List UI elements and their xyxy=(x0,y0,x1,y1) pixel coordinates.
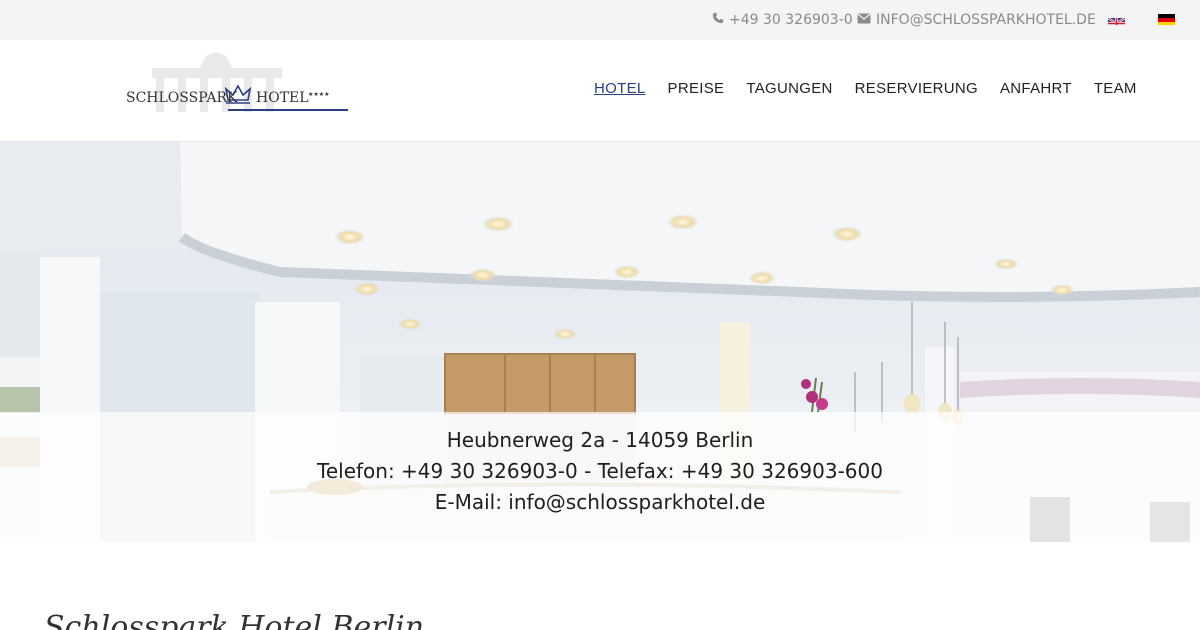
hero-address: Heubnerweg 2a - 14059 Berlin xyxy=(446,428,754,452)
hero-banner: Heubnerweg 2a - 14059 Berlin Telefon: +4… xyxy=(0,142,1200,542)
email-address: INFO@SCHLOSSPARKHOTEL.DE xyxy=(876,12,1096,28)
hero-email[interactable]: E-Mail: info@schlossparkhotel.de xyxy=(0,490,1200,514)
logo-stars: ★★★★ xyxy=(308,91,330,98)
logo-text-right: HOTEL xyxy=(256,90,309,106)
contact-overlay: Heubnerweg 2a - 14059 Berlin Telefon: +4… xyxy=(0,412,1200,542)
phone-link[interactable]: +49 30 326903-0 xyxy=(712,0,853,40)
english-flag-icon[interactable] xyxy=(1108,14,1125,25)
phone-number: +49 30 326903-0 xyxy=(729,12,853,28)
hero-phone-fax: Telefon: +49 30 326903-0 - Telefax: +49 … xyxy=(317,459,883,483)
nav-preise[interactable]: PREISE xyxy=(668,80,725,97)
nav-hotel[interactable]: HOTEL xyxy=(594,80,646,97)
nav-anfahrt[interactable]: ANFAHRT xyxy=(1000,80,1072,97)
german-flag-icon[interactable] xyxy=(1158,14,1175,25)
logo-text-left: SCHLOSSPARK xyxy=(126,90,238,106)
phone-icon xyxy=(712,12,724,28)
top-bar: +49 30 326903-0 INFO@SCHLOSSPARKHOTEL.DE xyxy=(0,0,1200,40)
hotel-logo[interactable]: SCHLOSSPARK HOTEL ★★★★ xyxy=(122,50,352,122)
main-nav: HOTEL PREISE TAGUNGEN RESERVIERUNG ANFAH… xyxy=(594,80,1159,97)
site-header: SCHLOSSPARK HOTEL ★★★★ HOTEL PREISE TAGU… xyxy=(0,40,1200,142)
nav-team[interactable]: TEAM xyxy=(1094,80,1137,97)
envelope-icon xyxy=(857,12,871,28)
nav-reservierung[interactable]: RESERVIERUNG xyxy=(855,80,978,97)
nav-tagungen[interactable]: TAGUNGEN xyxy=(746,80,832,97)
page-title: Schlosspark Hotel Berlin xyxy=(44,610,425,630)
email-link[interactable]: INFO@SCHLOSSPARKHOTEL.DE xyxy=(857,0,1096,40)
